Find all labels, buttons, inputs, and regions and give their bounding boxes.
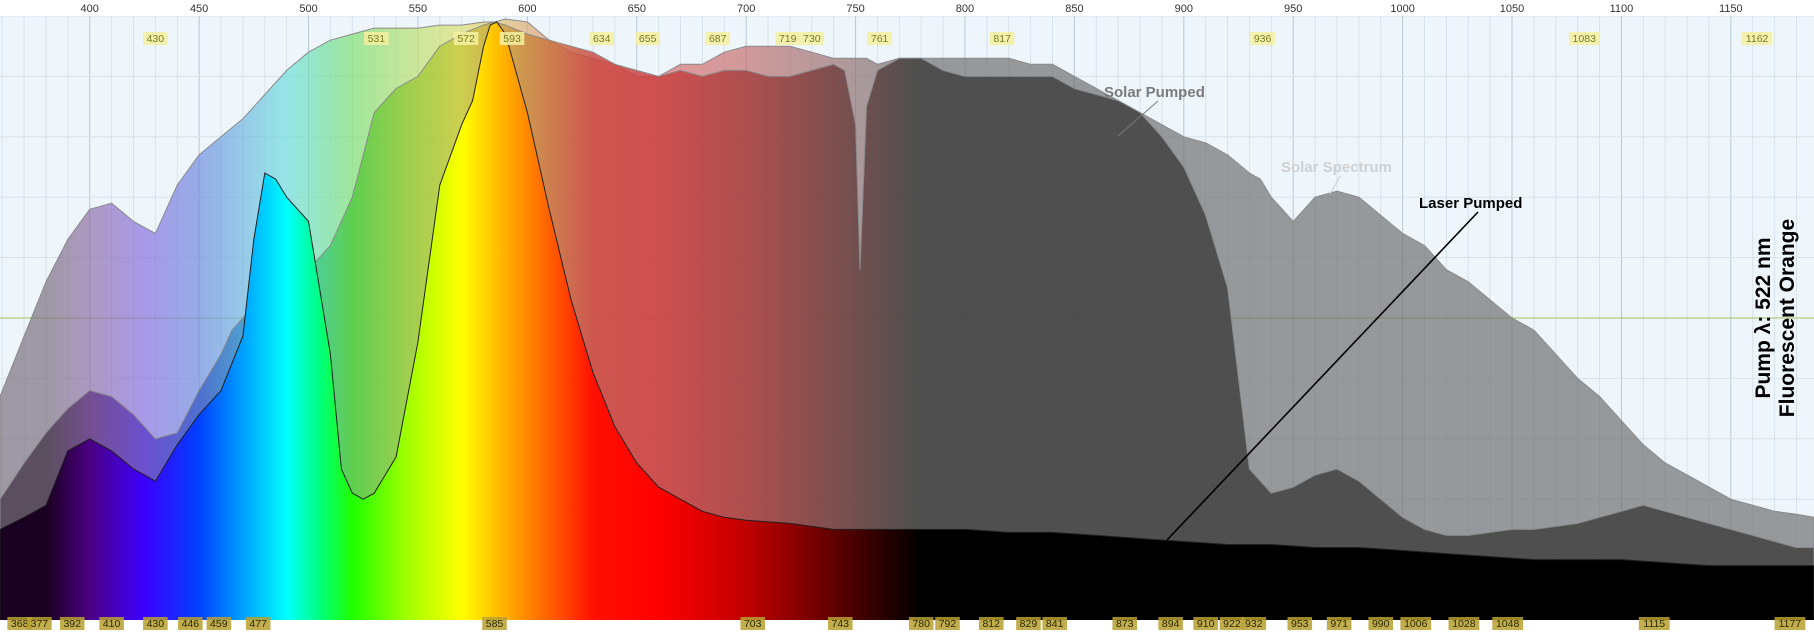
x-tick-label: 750 [846, 3, 864, 15]
x-tick-label: 700 [737, 3, 755, 15]
bottom-peak-label: 780 [912, 618, 930, 630]
bottom-peak-label: 1115 [1643, 618, 1665, 630]
bottom-peak-label: 392 [63, 618, 81, 630]
bottom-peak-label: 953 [1291, 618, 1309, 630]
top-peak-label: 531 [368, 33, 386, 45]
x-tick-label: 1150 [1719, 3, 1743, 15]
top-peak-label: 687 [709, 33, 727, 45]
bottom-peak-label: 841 [1046, 618, 1064, 630]
x-tick-label: 450 [190, 3, 208, 15]
top-peak-label: 1083 [1573, 33, 1597, 45]
bottom-peak-label: 377 [31, 618, 49, 630]
top-peak-label: 572 [457, 33, 475, 45]
chart-title: Fluorescent OrangePump λ: 522 nm [1752, 219, 1799, 417]
bottom-peak-label: 743 [831, 618, 849, 630]
x-tick-label: 600 [518, 3, 536, 15]
bottom-peak-label: 1177 [1779, 618, 1802, 630]
title-line: Pump λ: 522 nm [1752, 237, 1775, 398]
x-tick-label: 1100 [1610, 3, 1634, 15]
bottom-peak-label: 932 [1245, 618, 1263, 630]
x-tick-label: 400 [81, 3, 99, 15]
x-tick-label: 650 [628, 3, 646, 15]
top-peak-label: 761 [871, 33, 889, 45]
annotation-label: Laser Pumped [1419, 195, 1522, 212]
bottom-peak-label: 368 [11, 618, 29, 630]
top-peak-label: 634 [593, 33, 611, 45]
bottom-peak-label: 459 [210, 618, 228, 630]
top-peak-label: 430 [147, 33, 165, 45]
bottom-peak-label: 1028 [1452, 618, 1476, 630]
x-tick-label: 900 [1175, 3, 1193, 15]
x-tick-label: 850 [1065, 3, 1083, 15]
bottom-peak-label: 922 [1223, 618, 1241, 630]
x-tick-label: 1000 [1390, 3, 1414, 15]
bottom-peak-label: 829 [1020, 618, 1038, 630]
bottom-peak-label: 410 [103, 618, 121, 630]
bottom-peak-label: 477 [249, 618, 267, 630]
bottom-band [0, 620, 1814, 636]
bottom-peak-label: 812 [982, 618, 1000, 630]
bottom-peak-label: 585 [486, 618, 504, 630]
bottom-peak-label: 446 [182, 618, 200, 630]
bottom-peak-label: 894 [1162, 618, 1180, 630]
bottom-peak-label: 873 [1116, 618, 1134, 630]
title-line: Fluorescent Orange [1776, 219, 1799, 417]
bottom-peak-label: 971 [1330, 618, 1348, 630]
annotation-label: Solar Spectrum [1281, 159, 1392, 176]
bottom-peak-label: 990 [1372, 618, 1390, 630]
x-tick-label: 950 [1284, 3, 1302, 15]
top-peak-label: 730 [803, 33, 821, 45]
top-peak-label: 1162 [1746, 33, 1769, 45]
x-tick-label: 800 [956, 3, 974, 15]
top-peak-label: 936 [1254, 33, 1272, 45]
top-peak-label: 655 [639, 33, 657, 45]
bottom-peak-label: 430 [147, 618, 165, 630]
bottom-peak-label: 703 [744, 618, 762, 630]
bottom-peak-label: 1048 [1496, 618, 1520, 630]
top-peak-label: 817 [993, 33, 1011, 45]
bottom-peak-label: 1006 [1404, 618, 1428, 630]
spectrum-chart: 400 450 500 550 600 650 700 750 800 850 900 950 1000… [0, 0, 1814, 636]
x-tick-label: 550 [409, 3, 427, 15]
x-tick-label: 1050 [1500, 3, 1524, 15]
annotation-label: Solar Pumped [1104, 84, 1205, 101]
top-peak-label: 719 [779, 33, 797, 45]
bottom-peak-label: 910 [1197, 618, 1215, 630]
bottom-peak-label: 792 [939, 618, 957, 630]
top-peak-label: 593 [503, 33, 521, 45]
x-tick-label: 500 [299, 3, 317, 15]
x-axis-band [0, 0, 1814, 16]
